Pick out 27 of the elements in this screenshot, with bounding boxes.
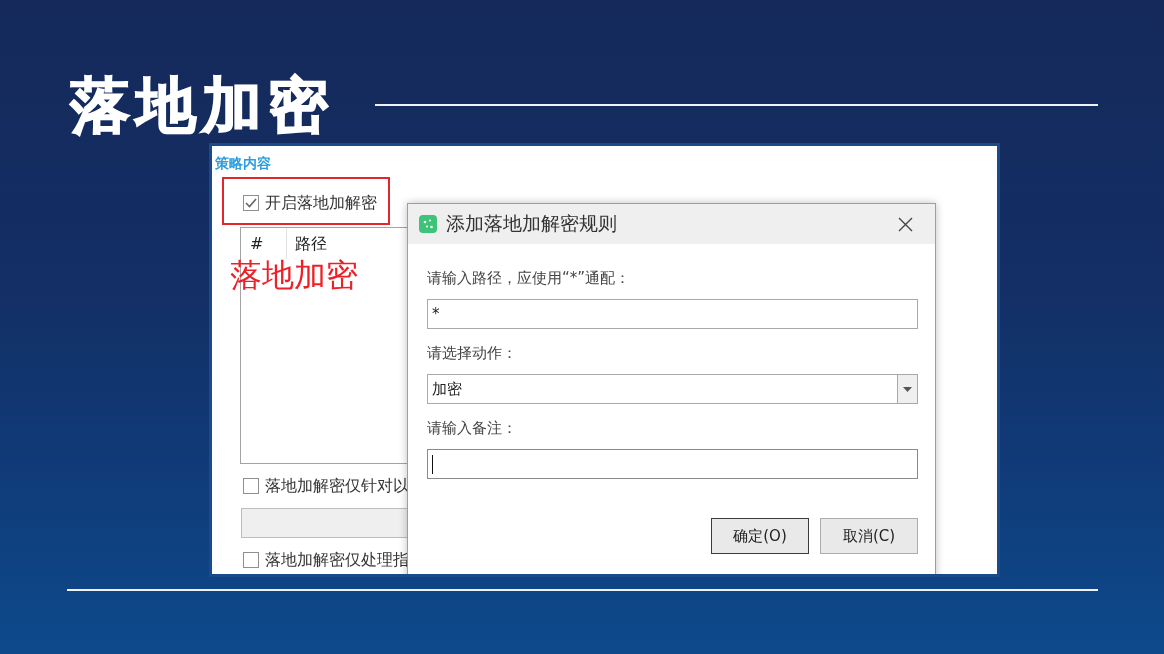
dialog-button[interactable]: 确定(O): [711, 518, 809, 554]
field-label: 请输入备注：: [427, 418, 518, 438]
slide-title: 落地加密: [70, 75, 334, 135]
select-field[interactable]: 加密: [427, 374, 918, 404]
checkbox-label: 落地加解密仅处理指: [265, 551, 409, 569]
caret-icon: [903, 386, 912, 392]
checkbox-label: 开启落地加解密: [265, 194, 377, 212]
column-header: 路径: [294, 233, 328, 255]
input-field[interactable]: [427, 449, 918, 479]
column-header: #: [241, 228, 287, 259]
check-icon: [245, 198, 257, 208]
app-icon: [419, 215, 437, 233]
dialog-button[interactable]: 取消(C): [820, 518, 918, 554]
dialog-title: 添加落地加解密规则: [446, 211, 618, 236]
field-label: 请输入路径，应使用“*”通配：: [427, 268, 632, 288]
dropdown-button[interactable]: [897, 375, 917, 403]
checkbox[interactable]: [243, 552, 259, 568]
input-field[interactable]: *: [427, 299, 918, 329]
close-button[interactable]: [897, 216, 913, 232]
annotation-text: 落地加密: [230, 258, 358, 292]
field-label: 请选择动作：: [427, 343, 518, 363]
checkbox-label: 落地加解密仅针对以: [265, 477, 409, 495]
close-icon: [897, 216, 913, 232]
checkbox[interactable]: [243, 478, 259, 494]
text-cursor-icon: [432, 454, 433, 474]
section-title: 策略内容: [215, 154, 271, 172]
checkbox[interactable]: [243, 195, 259, 211]
